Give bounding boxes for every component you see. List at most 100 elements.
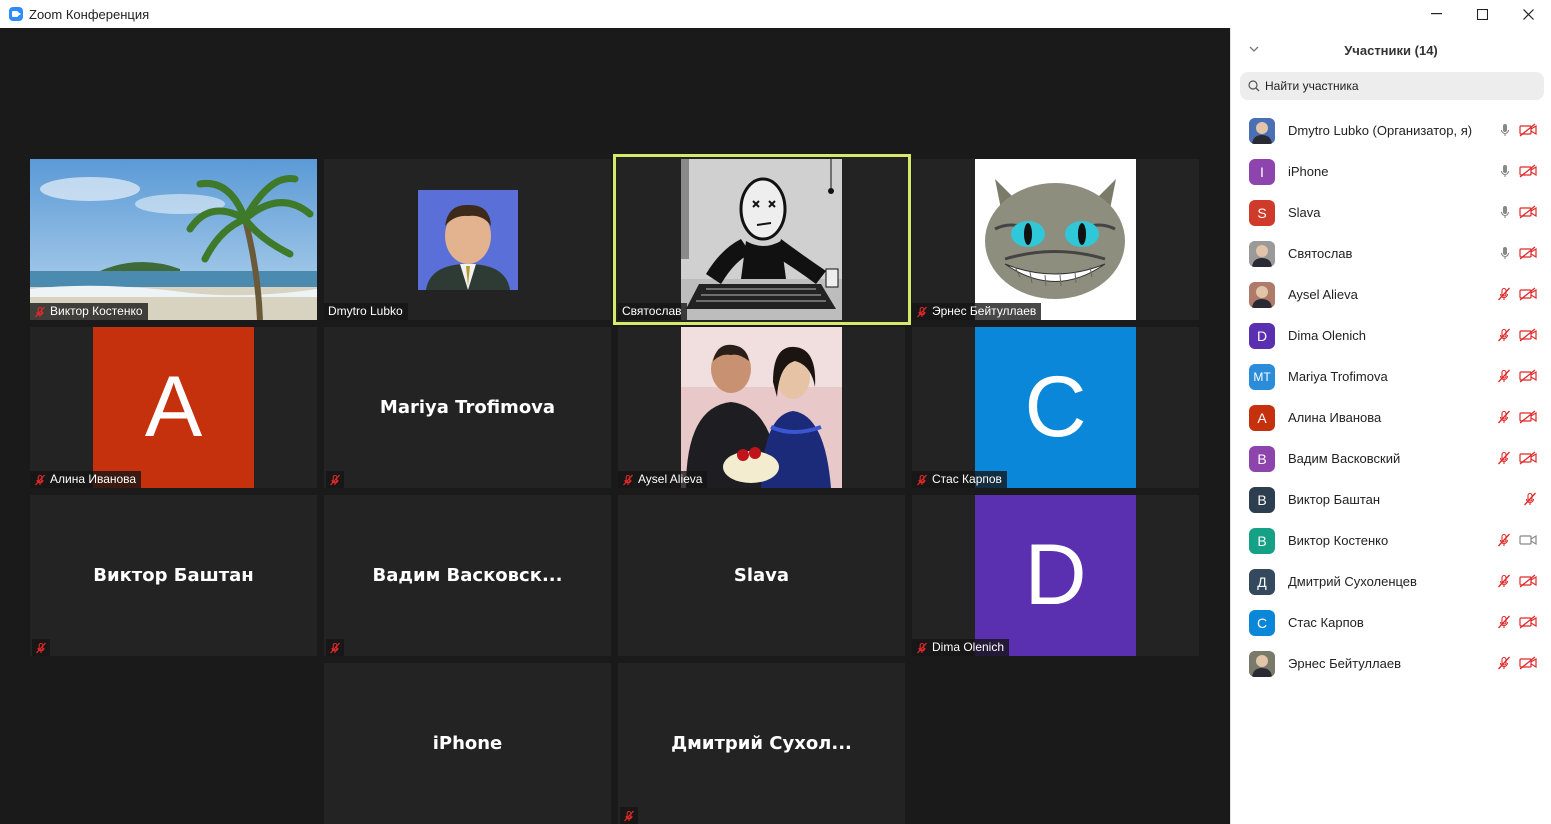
sketch-video-frame bbox=[681, 159, 842, 320]
participant-avatar bbox=[1249, 650, 1275, 677]
participant-row[interactable]: Dmytro Lubko (Организатор, я) bbox=[1231, 110, 1551, 151]
participant-row[interactable]: S Slava bbox=[1231, 192, 1551, 233]
video-tile[interactable]: Дмитрий Сухол... bbox=[618, 663, 905, 824]
participant-status-icons bbox=[1497, 492, 1537, 506]
participant-avatar: C bbox=[1249, 609, 1275, 636]
participant-name-label: Алина Иванова bbox=[30, 471, 142, 488]
participant-status-icons bbox=[1497, 533, 1537, 547]
mic-muted-icon bbox=[1498, 533, 1510, 547]
participant-row[interactable]: Святослав bbox=[1231, 233, 1551, 274]
participant-display-name: Slava bbox=[733, 565, 790, 586]
participant-status-icons bbox=[1497, 328, 1537, 342]
mic-muted-icon bbox=[1524, 492, 1536, 506]
participant-name: Виктор Баштан bbox=[1288, 492, 1381, 507]
video-off-icon bbox=[1519, 246, 1537, 260]
participant-row[interactable]: Д Дмитрий Сухоленцев bbox=[1231, 561, 1551, 602]
video-tile[interactable]: Mariya Trofimova bbox=[324, 327, 611, 488]
participant-name: Святослав bbox=[1288, 246, 1353, 261]
participant-status-icons bbox=[1497, 656, 1537, 670]
participants-panel: Участники (14) Dmytro Lubko (Организатор… bbox=[1230, 28, 1551, 824]
zoom-logo-icon bbox=[9, 7, 23, 21]
mic-muted-icon bbox=[35, 306, 45, 317]
video-tile[interactable]: Slava bbox=[618, 495, 905, 656]
participant-status-icons bbox=[1497, 451, 1537, 465]
participant-avatar bbox=[1249, 281, 1275, 308]
participant-name-label: Эрнес Бейтуллаев bbox=[912, 303, 1042, 320]
participant-row[interactable]: D Dima Olenich bbox=[1231, 315, 1551, 356]
chevron-down-icon[interactable] bbox=[1249, 43, 1259, 55]
participant-name: Стас Карпов bbox=[1288, 615, 1364, 630]
participant-avatar: B bbox=[1249, 445, 1275, 472]
participant-row[interactable]: A Алина Иванова bbox=[1231, 397, 1551, 438]
participant-display-name: Виктор Баштан bbox=[93, 565, 254, 586]
maximize-button[interactable] bbox=[1459, 0, 1505, 28]
close-button[interactable] bbox=[1505, 0, 1551, 28]
participant-name: Алина Иванова bbox=[1288, 410, 1382, 425]
participant-row[interactable]: B Вадим Васковский bbox=[1231, 438, 1551, 479]
minimize-button[interactable] bbox=[1413, 0, 1459, 28]
mic-muted-icon bbox=[917, 306, 927, 317]
participant-row[interactable]: Aysel Alieva bbox=[1231, 274, 1551, 315]
mic-muted-icon bbox=[1498, 615, 1510, 629]
video-off-icon bbox=[1519, 451, 1537, 465]
participant-avatar: A bbox=[1249, 404, 1275, 431]
participant-row[interactable]: IiPhone bbox=[1231, 151, 1551, 192]
video-tile[interactable]: Эрнес Бейтуллаев bbox=[912, 159, 1199, 320]
video-tile[interactable]: Виктор Костенко bbox=[30, 159, 317, 320]
participant-display-name: Вадим Васковск... bbox=[372, 565, 563, 586]
mic-icon bbox=[1500, 165, 1510, 177]
mic-muted-indicator bbox=[326, 471, 344, 488]
video-tile[interactable]: iPhone bbox=[324, 663, 611, 824]
mic-icon bbox=[1500, 247, 1510, 259]
portrait-photo bbox=[418, 190, 518, 290]
participant-avatar: B bbox=[1249, 527, 1275, 554]
participant-search[interactable] bbox=[1240, 72, 1544, 100]
participant-name: Эрнес Бейтуллаев bbox=[1288, 656, 1401, 671]
video-tile[interactable]: D Dima Olenich bbox=[912, 495, 1199, 656]
participant-row[interactable]: B Виктор Костенко bbox=[1231, 520, 1551, 561]
mic-muted-icon bbox=[917, 474, 927, 485]
participants-header: Участники (14) bbox=[1231, 28, 1551, 72]
video-off-icon bbox=[1519, 410, 1537, 424]
participant-status-icons bbox=[1497, 410, 1537, 424]
participants-title: Участники (14) bbox=[1344, 42, 1438, 58]
participant-avatar: D bbox=[1249, 322, 1275, 349]
video-tile[interactable]: A Алина Иванова bbox=[30, 327, 317, 488]
video-tile[interactable]: Dmytro Lubko bbox=[324, 159, 611, 320]
participant-avatar bbox=[1249, 240, 1275, 267]
video-tile[interactable]: Вадим Васковск... bbox=[324, 495, 611, 656]
participant-row[interactable]: C Стас Карпов bbox=[1231, 602, 1551, 643]
mic-muted-icon bbox=[1498, 451, 1510, 465]
mic-muted-icon bbox=[330, 642, 340, 653]
participant-name: Aysel Alieva bbox=[1288, 287, 1358, 302]
participant-avatar: I bbox=[1249, 158, 1275, 185]
participant-name: Mariya Trofimova bbox=[1288, 369, 1388, 384]
participant-name-label: Стас Карпов bbox=[912, 471, 1007, 488]
participant-row[interactable]: B Виктор Баштан bbox=[1231, 479, 1551, 520]
search-input[interactable] bbox=[1265, 79, 1525, 93]
avatar-letter: C bbox=[975, 327, 1136, 488]
mic-muted-icon bbox=[35, 474, 45, 485]
participant-avatar: S bbox=[1249, 199, 1275, 226]
mic-muted-icon bbox=[1498, 328, 1510, 342]
participant-status-icons bbox=[1499, 246, 1537, 260]
maximize-icon bbox=[1476, 8, 1488, 20]
mic-muted-icon bbox=[624, 810, 634, 821]
video-tile[interactable]: C Стас Карпов bbox=[912, 327, 1199, 488]
video-tile[interactable]: Aysel Alieva bbox=[618, 327, 905, 488]
participant-name-label: Святослав bbox=[618, 303, 687, 320]
participant-avatar: B bbox=[1249, 486, 1275, 513]
video-off-icon bbox=[1519, 205, 1537, 219]
participant-name: Slava bbox=[1288, 205, 1321, 220]
participant-row[interactable]: MT Mariya Trofimova bbox=[1231, 356, 1551, 397]
active-speaker-tile[interactable]: Святослав bbox=[613, 154, 911, 325]
participant-name-label: Dima Olenich bbox=[912, 639, 1010, 656]
participant-name: Вадим Васковский bbox=[1288, 451, 1401, 466]
participant-row[interactable]: Эрнес Бейтуллаев bbox=[1231, 643, 1551, 684]
participant-avatar: MT bbox=[1249, 363, 1275, 390]
video-tile[interactable]: Виктор Баштан bbox=[30, 495, 317, 656]
participant-name: Дмитрий Сухоленцев bbox=[1288, 574, 1417, 589]
video-off-icon bbox=[1519, 123, 1537, 137]
participant-status-icons bbox=[1497, 574, 1537, 588]
mic-icon bbox=[1500, 124, 1510, 136]
